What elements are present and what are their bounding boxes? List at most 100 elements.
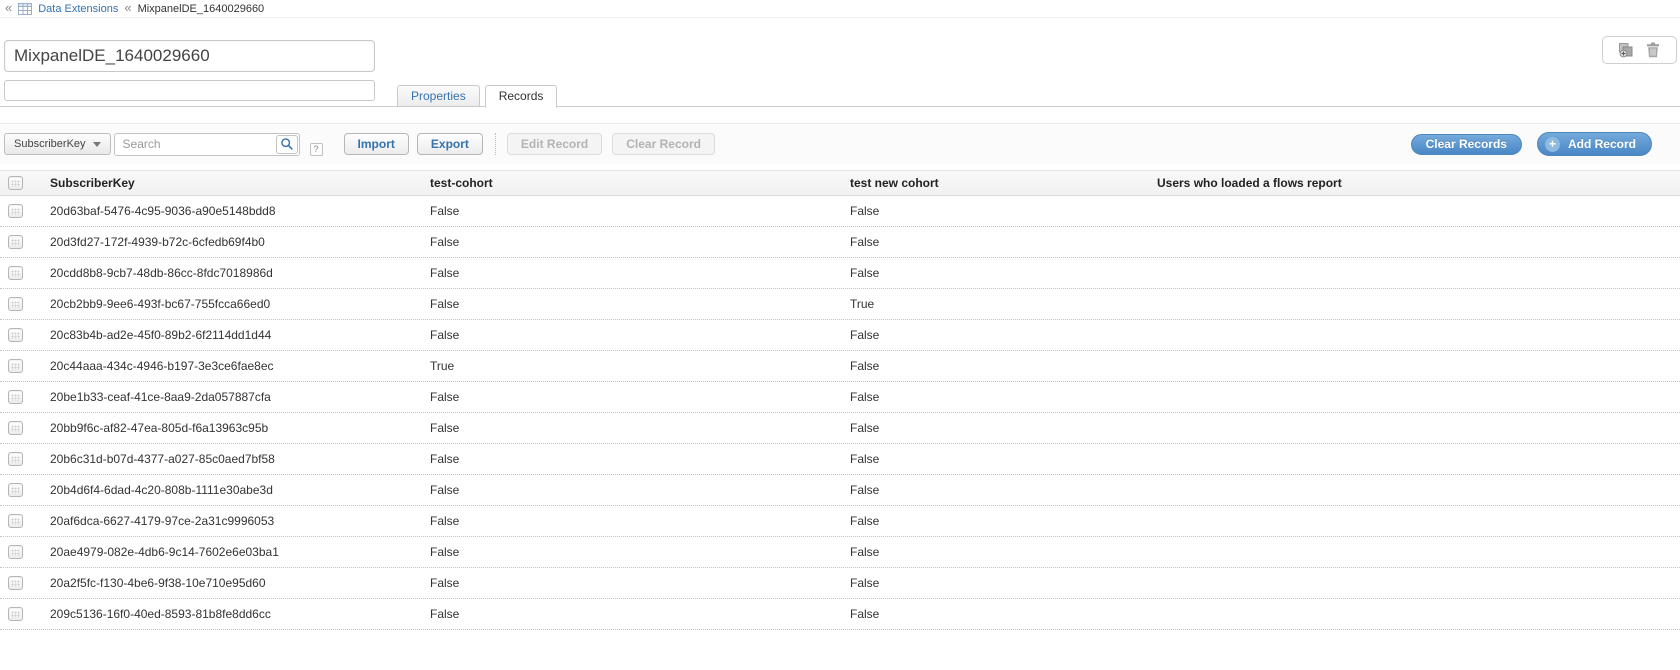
cell-subscriber-key: 20ae4979-082e-4db6-9c14-7602e6e03ba1 [40,545,420,559]
cell-test-new-cohort: True [840,297,1147,311]
cell-test-new-cohort: False [840,452,1147,466]
cell-test-cohort: False [420,297,840,311]
tab-bar: Properties Records [397,85,557,108]
cell-test-new-cohort: False [840,235,1147,249]
data-extension-description-field[interactable] [4,80,375,101]
cell-test-cohort: False [420,483,840,497]
row-checkbox[interactable] [8,235,23,249]
table-row[interactable]: 20b6c31d-b07d-4377-a027-85c0aed7bf58 Fal… [0,444,1680,475]
search-area [114,133,300,156]
cell-subscriber-key: 20b4d6f4-6dad-4c20-808b-1111e30abe3d [40,483,420,497]
cell-test-cohort: False [420,514,840,528]
row-checkbox[interactable] [8,297,23,311]
cell-test-cohort: False [420,390,840,404]
search-input[interactable] [114,133,300,156]
table-row[interactable]: 20a2f5fc-f130-4be6-9f38-10e710e95d60 Fal… [0,568,1680,599]
export-button[interactable]: Export [417,133,483,155]
tab-properties[interactable]: Properties [397,85,480,107]
breadcrumb-separator-icon: « [124,1,131,14]
breadcrumb-current-page: MixpanelDE_1640029660 [138,3,265,15]
select-all-checkbox[interactable] [8,176,23,190]
row-checkbox[interactable] [8,545,23,559]
tab-records[interactable]: Records [485,85,558,108]
cell-test-cohort: False [420,545,840,559]
search-field-dropdown[interactable]: SubscriberKey [4,133,111,155]
cell-subscriber-key: 20be1b33-ceaf-41ce-8aa9-2da057887cfa [40,390,420,404]
cell-subscriber-key: 20af6dca-6627-4179-97ce-2a31c9996053 [40,514,420,528]
row-checkbox[interactable] [8,359,23,373]
cell-test-new-cohort: False [840,421,1147,435]
column-header-test-cohort[interactable]: test-cohort [420,176,840,190]
cell-test-new-cohort: False [840,266,1147,280]
breadcrumb: « Data Extensions « MixpanelDE_164002966… [0,0,1680,18]
table-row[interactable]: 20af6dca-6627-4179-97ce-2a31c9996053 Fal… [0,506,1680,537]
copy-data-extension-icon[interactable] [1617,42,1635,58]
cell-test-cohort: False [420,266,840,280]
cell-subscriber-key: 20d3fd27-172f-4939-b72c-6cfedb69f4b0 [40,235,420,249]
row-checkbox[interactable] [8,390,23,404]
row-checkbox[interactable] [8,266,23,280]
data-extension-name-field[interactable] [4,40,375,72]
row-checkbox[interactable] [8,483,23,497]
cell-test-new-cohort: False [840,576,1147,590]
records-table: SubscriberKey test-cohort test new cohor… [0,170,1680,630]
row-checkbox[interactable] [8,452,23,466]
back-chevron-icon[interactable]: « [5,1,12,14]
cell-subscriber-key: 20cdd8b8-9cb7-48db-86cc-8fdc7018986d [40,266,420,280]
cell-subscriber-key: 20c44aaa-434c-4946-b197-3e3ce6fae8ec [40,359,420,373]
cell-test-cohort: False [420,576,840,590]
table-row[interactable]: 20c44aaa-434c-4946-b197-3e3ce6fae8ec Tru… [0,351,1680,382]
column-header-subscriber-key[interactable]: SubscriberKey [40,176,420,190]
table-row[interactable]: 20cb2bb9-9ee6-493f-bc67-755fcca66ed0 Fal… [0,289,1680,320]
toolbar-left-group: SubscriberKey ? Import Export Edit Recor… [4,133,715,156]
table-row[interactable]: 20be1b33-ceaf-41ce-8aa9-2da057887cfa Fal… [0,382,1680,413]
cell-test-cohort: False [420,328,840,342]
row-checkbox[interactable] [8,514,23,528]
cell-test-new-cohort: False [840,328,1147,342]
chevron-down-icon [93,142,101,147]
toolbar-right-group: Clear Records + Add Record [1411,132,1652,156]
table-row[interactable]: 20d63baf-5476-4c95-9036-a90e5148bdd8 Fal… [0,196,1680,227]
table-row[interactable]: 20cdd8b8-9cb7-48db-86cc-8fdc7018986d Fal… [0,258,1680,289]
tab-divider [0,106,1680,107]
row-checkbox[interactable] [8,576,23,590]
search-field-dropdown-value: SubscriberKey [14,138,86,150]
row-checkbox[interactable] [8,204,23,218]
table-row[interactable]: 209c5136-16f0-40ed-8593-81b8fe8dd6cc Fal… [0,599,1680,630]
table-row[interactable]: 20d3fd27-172f-4939-b72c-6cfedb69f4b0 Fal… [0,227,1680,258]
cell-subscriber-key: 20d63baf-5476-4c95-9036-a90e5148bdd8 [40,204,420,218]
table-row[interactable]: 20bb9f6c-af82-47ea-805d-f6a13963c95b Fal… [0,413,1680,444]
cell-test-cohort: False [420,421,840,435]
row-checkbox[interactable] [8,328,23,342]
clear-record-button: Clear Record [612,133,715,155]
column-header-test-new-cohort[interactable]: test new cohort [840,176,1147,190]
header-actions-group [1602,36,1677,64]
cell-subscriber-key: 20bb9f6c-af82-47ea-805d-f6a13963c95b [40,421,420,435]
row-checkbox[interactable] [8,607,23,621]
cell-test-cohort: False [420,452,840,466]
clear-records-button[interactable]: Clear Records [1411,134,1522,155]
import-button[interactable]: Import [344,133,409,155]
cell-test-new-cohort: False [840,204,1147,218]
cell-test-cohort: False [420,607,840,621]
table-row[interactable]: 20b4d6f4-6dad-4c20-808b-1111e30abe3d Fal… [0,475,1680,506]
cell-test-new-cohort: False [840,607,1147,621]
cell-subscriber-key: 20b6c31d-b07d-4377-a027-85c0aed7bf58 [40,452,420,466]
table-row[interactable]: 20ae4979-082e-4db6-9c14-7602e6e03ba1 Fal… [0,537,1680,568]
table-header-row: SubscriberKey test-cohort test new cohor… [0,170,1680,196]
records-toolbar: SubscriberKey ? Import Export Edit Recor… [0,123,1680,164]
toolbar-separator [495,133,496,155]
add-record-button[interactable]: + Add Record [1537,132,1652,156]
delete-data-extension-icon[interactable] [1644,42,1662,58]
help-icon[interactable]: ? [310,143,323,156]
cell-test-cohort: True [420,359,840,373]
cell-subscriber-key: 209c5136-16f0-40ed-8593-81b8fe8dd6cc [40,607,420,621]
plus-icon: + [1545,137,1560,152]
table-row[interactable]: 20c83b4b-ad2e-45f0-89b2-6f2114dd1d44 Fal… [0,320,1680,351]
cell-test-cohort: False [420,204,840,218]
breadcrumb-link-data-extensions[interactable]: Data Extensions [38,3,118,15]
row-checkbox[interactable] [8,421,23,435]
search-icon[interactable] [276,135,298,154]
data-extension-records-page: « Data Extensions « MixpanelDE_164002966… [0,0,1680,670]
column-header-users-flows-report[interactable]: Users who loaded a flows report [1147,176,1680,190]
